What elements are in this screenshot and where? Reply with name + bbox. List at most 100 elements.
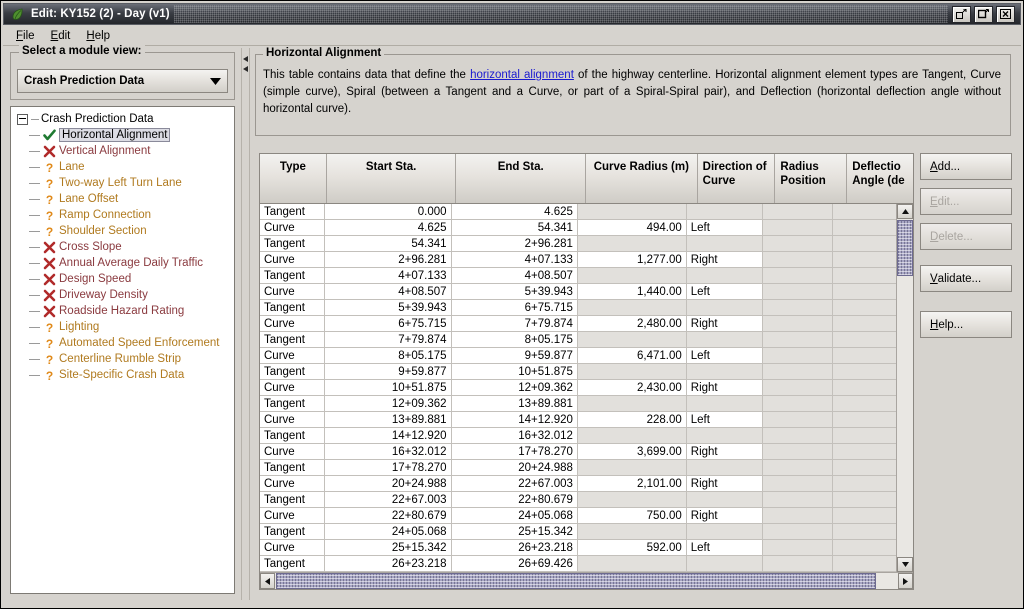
cell-direction[interactable]: Right bbox=[686, 252, 763, 268]
menu-help[interactable]: Help bbox=[78, 28, 118, 44]
cell-curve-radius[interactable]: 3,699.00 bbox=[577, 444, 687, 460]
cell-start-sta[interactable]: 54.341 bbox=[325, 236, 452, 252]
cell-end-sta[interactable]: 14+12.920 bbox=[451, 412, 578, 428]
cell-radius-position[interactable] bbox=[762, 508, 833, 524]
column-header-type[interactable]: Type bbox=[260, 154, 327, 203]
column-header-curve-radius[interactable]: Curve Radius (m) bbox=[586, 154, 698, 203]
cell-type[interactable]: Tangent bbox=[260, 364, 326, 380]
table-row[interactable]: Tangent 5+39.943 6+75.715 bbox=[260, 300, 897, 316]
table-row[interactable]: Tangent 14+12.920 16+32.012 bbox=[260, 428, 897, 444]
cell-type[interactable]: Tangent bbox=[260, 492, 326, 508]
cell-end-sta[interactable]: 12+09.362 bbox=[451, 380, 578, 396]
cell-end-sta[interactable]: 20+24.988 bbox=[451, 460, 578, 476]
horizontal-alignment-link[interactable]: horizontal alignment bbox=[470, 69, 574, 81]
cell-end-sta[interactable]: 22+67.003 bbox=[451, 476, 578, 492]
cell-start-sta[interactable]: 22+67.003 bbox=[325, 492, 452, 508]
tree-item-shoulder-section[interactable]: ? Shoulder Section bbox=[11, 223, 234, 239]
scroll-up-icon[interactable] bbox=[897, 204, 913, 219]
tree-item-automated-speed-enforcement[interactable]: ? Automated Speed Enforcement bbox=[11, 335, 234, 351]
cell-radius-position[interactable] bbox=[762, 492, 833, 508]
cell-start-sta[interactable]: 2+96.281 bbox=[325, 252, 452, 268]
cell-curve-radius[interactable]: 750.00 bbox=[577, 508, 687, 524]
cell-start-sta[interactable]: 16+32.012 bbox=[325, 444, 452, 460]
cell-start-sta[interactable]: 4+07.133 bbox=[325, 268, 452, 284]
cell-radius-position[interactable] bbox=[762, 268, 833, 284]
table-row[interactable]: Curve 8+05.175 9+59.877 6,471.00 Left bbox=[260, 348, 897, 364]
cell-end-sta[interactable]: 26+23.218 bbox=[451, 540, 578, 556]
table-row[interactable]: Curve 22+80.679 24+05.068 750.00 Right bbox=[260, 508, 897, 524]
add-button[interactable]: Add... bbox=[920, 153, 1012, 180]
vertical-scroll-thumb[interactable] bbox=[897, 220, 913, 276]
cell-direction[interactable] bbox=[686, 460, 763, 476]
cell-type[interactable]: Curve bbox=[260, 252, 326, 268]
cell-deflection-angle[interactable] bbox=[832, 556, 897, 572]
cell-curve-radius[interactable]: 1,440.00 bbox=[577, 284, 687, 300]
table-row[interactable]: Curve 13+89.881 14+12.920 228.00 Left bbox=[260, 412, 897, 428]
cell-end-sta[interactable]: 13+89.881 bbox=[451, 396, 578, 412]
cell-end-sta[interactable]: 16+32.012 bbox=[451, 428, 578, 444]
cell-deflection-angle[interactable] bbox=[832, 236, 897, 252]
cell-curve-radius[interactable] bbox=[577, 268, 687, 284]
cell-start-sta[interactable]: 6+75.715 bbox=[325, 316, 452, 332]
cell-curve-radius[interactable] bbox=[577, 492, 687, 508]
cell-radius-position[interactable] bbox=[762, 236, 833, 252]
tree-item-horizontal-alignment[interactable]: Horizontal Alignment bbox=[11, 127, 234, 143]
cell-end-sta[interactable]: 4.625 bbox=[451, 204, 578, 220]
cell-end-sta[interactable]: 4+08.507 bbox=[451, 268, 578, 284]
tree-item-two-way-left-turn-lane[interactable]: ? Two-way Left Turn Lane bbox=[11, 175, 234, 191]
tree-item-lane[interactable]: ? Lane bbox=[11, 159, 234, 175]
table-row[interactable]: Curve 10+51.875 12+09.362 2,430.00 Right bbox=[260, 380, 897, 396]
cell-curve-radius[interactable] bbox=[577, 556, 687, 572]
scroll-down-icon[interactable] bbox=[897, 557, 913, 572]
cell-end-sta[interactable]: 54.341 bbox=[451, 220, 578, 236]
cell-direction[interactable] bbox=[686, 300, 763, 316]
cell-radius-position[interactable] bbox=[762, 348, 833, 364]
cell-radius-position[interactable] bbox=[762, 380, 833, 396]
cell-end-sta[interactable]: 24+05.068 bbox=[451, 508, 578, 524]
tree-root-node[interactable]: Crash Prediction Data bbox=[11, 111, 234, 127]
cell-curve-radius[interactable] bbox=[577, 428, 687, 444]
maximize-button[interactable] bbox=[974, 5, 993, 23]
cell-start-sta[interactable]: 5+39.943 bbox=[325, 300, 452, 316]
tree-item-lighting[interactable]: ? Lighting bbox=[11, 319, 234, 335]
cell-direction[interactable] bbox=[686, 492, 763, 508]
cell-direction[interactable] bbox=[686, 556, 763, 572]
table-row[interactable]: Curve 20+24.988 22+67.003 2,101.00 Right bbox=[260, 476, 897, 492]
cell-curve-radius[interactable]: 228.00 bbox=[577, 412, 687, 428]
cell-deflection-angle[interactable] bbox=[832, 476, 897, 492]
cell-type[interactable]: Curve bbox=[260, 348, 326, 364]
cell-curve-radius[interactable] bbox=[577, 300, 687, 316]
cell-direction[interactable] bbox=[686, 204, 763, 220]
close-button[interactable] bbox=[996, 5, 1015, 23]
collapse-toggle-icon[interactable] bbox=[17, 113, 28, 125]
tree-item-cross-slope[interactable]: Cross Slope bbox=[11, 239, 234, 255]
cell-deflection-angle[interactable] bbox=[832, 380, 897, 396]
cell-start-sta[interactable]: 7+79.874 bbox=[325, 332, 452, 348]
table-row[interactable]: Tangent 54.341 2+96.281 bbox=[260, 236, 897, 252]
cell-end-sta[interactable]: 9+59.877 bbox=[451, 348, 578, 364]
cell-radius-position[interactable] bbox=[762, 220, 833, 236]
cell-radius-position[interactable] bbox=[762, 364, 833, 380]
cell-deflection-angle[interactable] bbox=[832, 444, 897, 460]
module-tree[interactable]: Crash Prediction Data Horizontal Alignme… bbox=[10, 106, 235, 594]
horizontal-scroll-thumb[interactable] bbox=[276, 573, 876, 589]
cell-type[interactable]: Tangent bbox=[260, 460, 326, 476]
cell-curve-radius[interactable] bbox=[577, 364, 687, 380]
cell-deflection-angle[interactable] bbox=[832, 204, 897, 220]
cell-deflection-angle[interactable] bbox=[832, 396, 897, 412]
table-row[interactable]: Curve 25+15.342 26+23.218 592.00 Left bbox=[260, 540, 897, 556]
cell-curve-radius[interactable] bbox=[577, 396, 687, 412]
cell-end-sta[interactable]: 2+96.281 bbox=[451, 236, 578, 252]
cell-radius-position[interactable] bbox=[762, 540, 833, 556]
cell-type[interactable]: Curve bbox=[260, 316, 326, 332]
cell-radius-position[interactable] bbox=[762, 252, 833, 268]
cell-type[interactable]: Tangent bbox=[260, 236, 326, 252]
cell-end-sta[interactable]: 7+79.874 bbox=[451, 316, 578, 332]
cell-curve-radius[interactable] bbox=[577, 524, 687, 540]
validate-button[interactable]: Validate... bbox=[920, 265, 1012, 292]
cell-direction[interactable]: Right bbox=[686, 476, 763, 492]
module-view-combobox[interactable]: Crash Prediction Data bbox=[17, 69, 228, 93]
cell-start-sta[interactable]: 24+05.068 bbox=[325, 524, 452, 540]
cell-curve-radius[interactable]: 1,277.00 bbox=[577, 252, 687, 268]
cell-curve-radius[interactable]: 2,430.00 bbox=[577, 380, 687, 396]
